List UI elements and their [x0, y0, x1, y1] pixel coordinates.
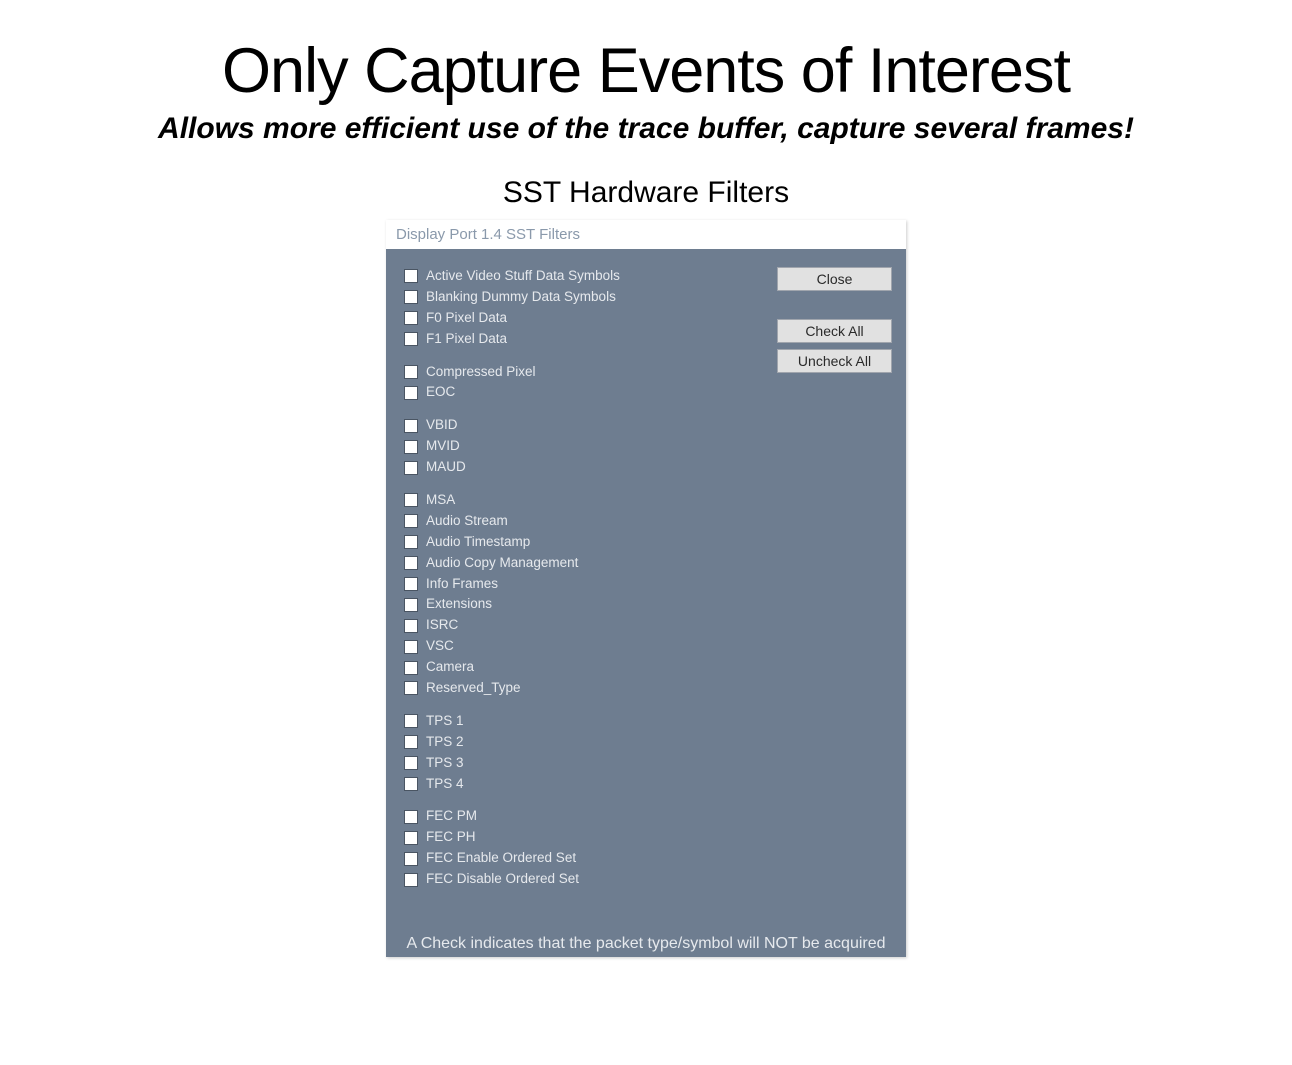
filter-label: TPS 3 — [426, 754, 464, 773]
filter-label: EOC — [426, 383, 455, 402]
filter-row[interactable]: EOC — [404, 383, 704, 402]
dialog-title: Display Port 1.4 SST Filters — [386, 220, 906, 249]
filter-label: Extensions — [426, 595, 492, 614]
filter-checkbox[interactable] — [404, 386, 418, 400]
filter-checkbox[interactable] — [404, 640, 418, 654]
check-all-button[interactable]: Check All — [777, 319, 892, 343]
filter-label: TPS 1 — [426, 712, 464, 731]
filter-checkbox[interactable] — [404, 365, 418, 379]
filter-row[interactable]: ISRC — [404, 616, 704, 635]
filter-row[interactable]: Info Frames — [404, 575, 704, 594]
filter-row[interactable]: Camera — [404, 658, 704, 677]
filter-checkbox[interactable] — [404, 311, 418, 325]
filter-row[interactable]: VSC — [404, 637, 704, 656]
filter-group: FEC PM FEC PH FEC Enable Ordered Set FEC Di… — [404, 807, 704, 889]
filter-row[interactable]: Audio Timestamp — [404, 533, 704, 552]
filter-row[interactable]: FEC Enable Ordered Set — [404, 849, 704, 868]
filter-group: TPS 1 TPS 2 TPS 3 TPS 4 — [404, 712, 704, 794]
filter-row[interactable]: F1 Pixel Data — [404, 330, 704, 349]
buttons-column: Close Check All Uncheck All — [777, 267, 892, 373]
filter-label: TPS 4 — [426, 775, 464, 794]
filter-checkbox[interactable] — [404, 661, 418, 675]
filter-label: Audio Stream — [426, 512, 508, 531]
filter-label: MAUD — [426, 458, 466, 477]
filter-row[interactable]: Reserved_Type — [404, 679, 704, 698]
filter-row[interactable]: MSA — [404, 491, 704, 510]
filter-label: TPS 2 — [426, 733, 464, 752]
dialog-body: Active Video Stuff Data Symbols Blanking … — [386, 249, 906, 929]
filter-label: Audio Copy Management — [426, 554, 578, 573]
section-header: SST Hardware Filters — [0, 176, 1292, 210]
filter-row[interactable]: Audio Copy Management — [404, 554, 704, 573]
close-button[interactable]: Close — [777, 267, 892, 291]
filter-label: Camera — [426, 658, 474, 677]
filter-row[interactable]: VBID — [404, 416, 704, 435]
uncheck-all-button[interactable]: Uncheck All — [777, 349, 892, 373]
filter-checkbox[interactable] — [404, 493, 418, 507]
filter-checkbox[interactable] — [404, 831, 418, 845]
filter-row[interactable]: Audio Stream — [404, 512, 704, 531]
filter-label: FEC PH — [426, 828, 476, 847]
filter-group: Compressed PixelEOC — [404, 363, 704, 403]
filter-checkbox[interactable] — [404, 777, 418, 791]
filter-row[interactable]: TPS 2 — [404, 733, 704, 752]
filter-row[interactable]: FEC PM — [404, 807, 704, 826]
filter-checkbox[interactable] — [404, 852, 418, 866]
filter-checkbox[interactable] — [404, 756, 418, 770]
filter-row[interactable]: Extensions — [404, 595, 704, 614]
filter-checkbox[interactable] — [404, 619, 418, 633]
filter-label: ISRC — [426, 616, 458, 635]
filter-label: VSC — [426, 637, 454, 656]
filter-label: F1 Pixel Data — [426, 330, 507, 349]
filter-label: Info Frames — [426, 575, 498, 594]
filter-row[interactable]: F0 Pixel Data — [404, 309, 704, 328]
filter-checkbox[interactable] — [404, 535, 418, 549]
filter-label: Reserved_Type — [426, 679, 521, 698]
filter-label: F0 Pixel Data — [426, 309, 507, 328]
filter-checkbox[interactable] — [404, 714, 418, 728]
filter-row[interactable]: Active Video Stuff Data Symbols — [404, 267, 704, 286]
sst-filters-dialog: Display Port 1.4 SST Filters Active Vide… — [386, 220, 906, 957]
filter-row[interactable]: FEC Disable Ordered Set — [404, 870, 704, 889]
filter-row[interactable]: MVID — [404, 437, 704, 456]
filter-checkbox[interactable] — [404, 556, 418, 570]
filter-checkbox[interactable] — [404, 461, 418, 475]
filter-label: Blanking Dummy Data Symbols — [426, 288, 616, 307]
filter-checkbox[interactable] — [404, 681, 418, 695]
filter-label: Compressed Pixel — [426, 363, 536, 382]
filter-row[interactable]: FEC PH — [404, 828, 704, 847]
filter-checkbox[interactable] — [404, 577, 418, 591]
filter-checkbox[interactable] — [404, 514, 418, 528]
filter-label: MSA — [426, 491, 455, 510]
filter-label: FEC Disable Ordered Set — [426, 870, 579, 889]
footer-note: A Check indicates that the packet type/s… — [386, 929, 906, 957]
filter-row[interactable]: Compressed Pixel — [404, 363, 704, 382]
filter-checkbox[interactable] — [404, 873, 418, 887]
filters-column: Active Video Stuff Data Symbols Blanking … — [404, 267, 704, 889]
filter-checkbox[interactable] — [404, 419, 418, 433]
filter-label: VBID — [426, 416, 458, 435]
filter-row[interactable]: TPS 4 — [404, 775, 704, 794]
filter-label: MVID — [426, 437, 460, 456]
filter-checkbox[interactable] — [404, 810, 418, 824]
filter-group: Active Video Stuff Data Symbols Blanking … — [404, 267, 704, 349]
filter-checkbox[interactable] — [404, 269, 418, 283]
filter-row[interactable]: TPS 3 — [404, 754, 704, 773]
filter-label: FEC PM — [426, 807, 477, 826]
filter-row[interactable]: Blanking Dummy Data Symbols — [404, 288, 704, 307]
page-subtitle: Allows more efficient use of the trace b… — [0, 112, 1292, 146]
filter-group: VBID MVID MAUD — [404, 416, 704, 477]
filter-checkbox[interactable] — [404, 290, 418, 304]
filter-checkbox[interactable] — [404, 598, 418, 612]
page-title: Only Capture Events of Interest — [0, 35, 1292, 107]
filter-row[interactable]: TPS 1 — [404, 712, 704, 731]
filter-checkbox[interactable] — [404, 440, 418, 454]
filter-label: FEC Enable Ordered Set — [426, 849, 576, 868]
filter-checkbox[interactable] — [404, 735, 418, 749]
filter-row[interactable]: MAUD — [404, 458, 704, 477]
filter-checkbox[interactable] — [404, 332, 418, 346]
filter-group: MSA Audio Stream Audio Timestamp Audio Copy… — [404, 491, 704, 698]
filter-label: Active Video Stuff Data Symbols — [426, 267, 620, 286]
filter-label: Audio Timestamp — [426, 533, 530, 552]
